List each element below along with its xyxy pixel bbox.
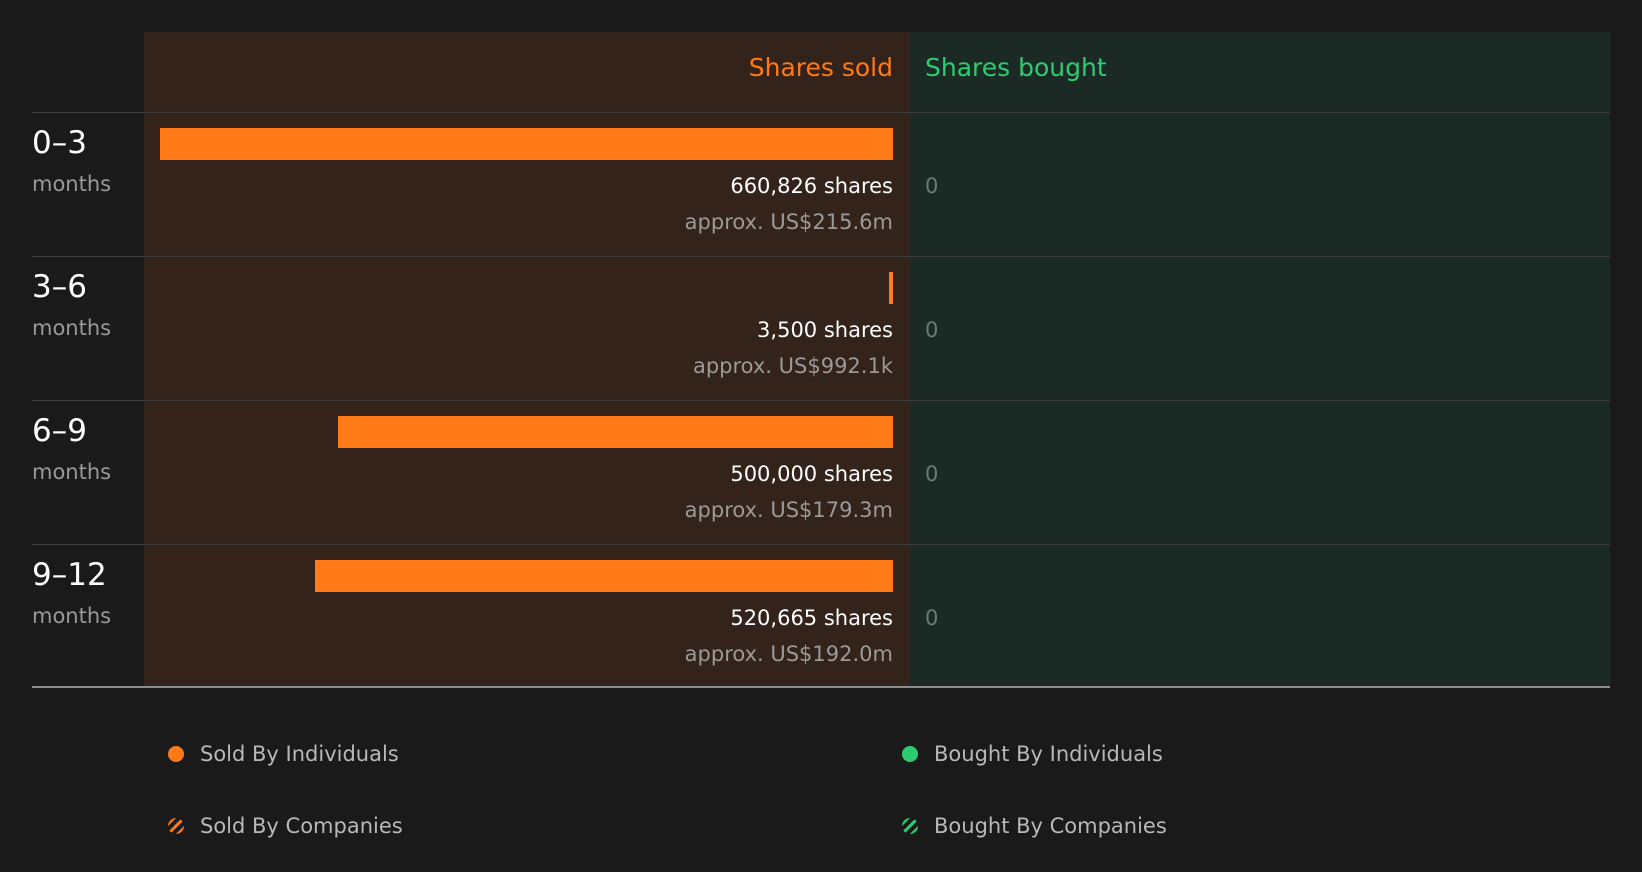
chart-baseline [32, 686, 1610, 688]
sold-value-label: approx. US$179.3m [684, 498, 893, 522]
legend-dot-icon [902, 746, 918, 762]
bought-shares-label: 0 [925, 606, 939, 630]
legend-striped-dot-icon [902, 818, 918, 834]
row-unit-label: months [32, 604, 112, 628]
row-range-label: 6–9 [32, 413, 87, 449]
sold-bar[interactable] [889, 272, 893, 304]
header-shares-bought: Shares bought [925, 53, 1107, 82]
sold-bar[interactable] [160, 128, 893, 160]
row-unit-label: months [32, 460, 112, 484]
sold-shares-label: 500,000 shares [730, 462, 893, 486]
data-row: 3–6 months 3,500 shares approx. US$992.1k 0 [0, 257, 1642, 401]
sold-value-label: approx. US$192.0m [684, 642, 893, 666]
legend-striped-dot-icon [168, 818, 184, 834]
sold-shares-label: 520,665 shares [730, 606, 893, 630]
data-row: 0–3 months 660,826 shares approx. US$215.6m… [0, 113, 1642, 257]
row-range-label: 0–3 [32, 125, 87, 161]
sold-value-label: approx. US$215.6m [684, 210, 893, 234]
legend-item[interactable]: Bought By Companies [901, 814, 1167, 838]
legend-dot-icon [168, 746, 184, 762]
legend-label: Sold By Individuals [200, 742, 399, 766]
sold-shares-label: 3,500 shares [757, 318, 893, 342]
sold-bar[interactable] [338, 416, 893, 448]
legend-item[interactable]: Sold By Individuals [167, 742, 399, 766]
bought-shares-label: 0 [925, 174, 939, 198]
row-unit-label: months [32, 316, 112, 340]
bought-shares-label: 0 [925, 318, 939, 342]
legend-label: Bought By Companies [934, 814, 1167, 838]
sold-value-label: approx. US$992.1k [692, 354, 893, 378]
row-range-label: 3–6 [32, 269, 87, 305]
legend-item[interactable]: Bought By Individuals [901, 742, 1163, 766]
bought-shares-label: 0 [925, 462, 939, 486]
data-row: 9–12 months 520,665 shares approx. US$192.0… [0, 545, 1642, 689]
row-unit-label: months [32, 172, 112, 196]
row-range-label: 9–12 [32, 557, 107, 593]
legend-label: Sold By Companies [200, 814, 403, 838]
header-shares-sold: Shares sold [748, 53, 893, 82]
sold-shares-label: 660,826 shares [730, 174, 893, 198]
legend-label: Bought By Individuals [934, 742, 1163, 766]
legend-item[interactable]: Sold By Companies [167, 814, 403, 838]
sold-bar[interactable] [315, 560, 893, 592]
data-row: 6–9 months 500,000 shares approx. US$179.3m… [0, 401, 1642, 545]
